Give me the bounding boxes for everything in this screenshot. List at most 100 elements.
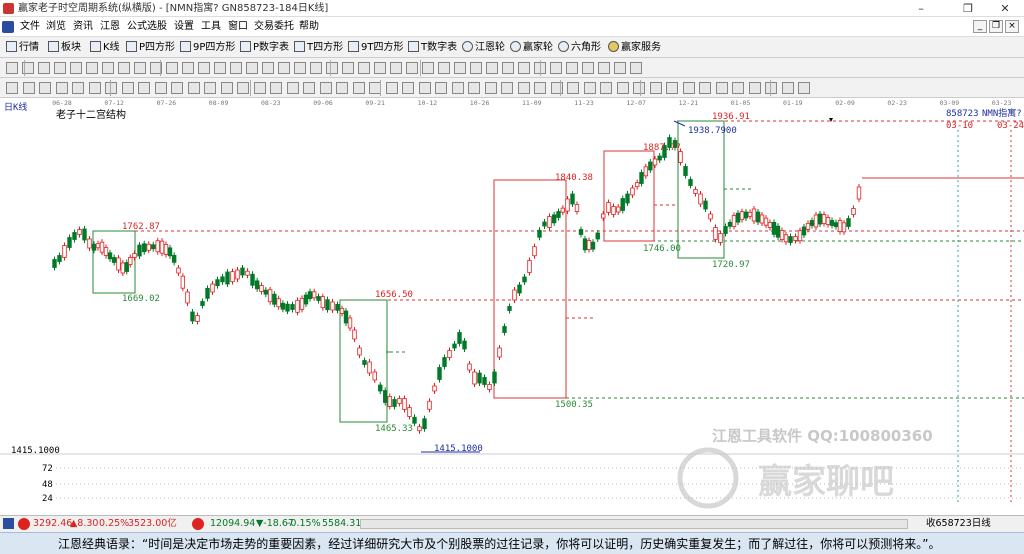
line-tool-40-icon[interactable] xyxy=(650,82,662,94)
line-tool-41-icon[interactable] xyxy=(666,82,678,94)
toolbar-sector-button[interactable]: 板块 xyxy=(48,37,81,58)
drawing-tool-16-icon[interactable] xyxy=(246,62,258,74)
line-tool-5-icon[interactable] xyxy=(72,82,84,94)
toolbar-hexagon-button[interactable]: 六角形 xyxy=(558,37,601,58)
line-tool-24-icon[interactable] xyxy=(386,82,398,94)
drawing-tool-17-icon[interactable] xyxy=(262,62,274,74)
toolbar-service-button[interactable]: 赢家服务 xyxy=(608,37,661,58)
line-tool-25-icon[interactable] xyxy=(402,82,414,94)
drawing-tool-30-icon[interactable] xyxy=(470,62,482,74)
line-tool-12-icon[interactable] xyxy=(188,82,200,94)
toolbar-9t-square-button[interactable]: 9T四方形 xyxy=(348,37,403,58)
close-button[interactable]: ✕ xyxy=(990,0,1020,17)
line-tool-3-icon[interactable] xyxy=(39,82,51,94)
line-tool-18-icon[interactable] xyxy=(287,82,299,94)
drawing-tool-14-icon[interactable] xyxy=(214,62,226,74)
menu-formula[interactable]: 公式选股 xyxy=(127,17,167,37)
drawing-tool-25-icon[interactable] xyxy=(390,62,402,74)
drawing-tool-8-icon[interactable] xyxy=(118,62,130,74)
line-tool-49-icon[interactable] xyxy=(798,82,810,94)
drawing-tool-6-icon[interactable] xyxy=(86,62,98,74)
line-tool-16-icon[interactable] xyxy=(254,82,266,94)
menu-file[interactable]: 文件 xyxy=(20,17,40,37)
toolbar-winner-wheel-button[interactable]: 赢家轮 xyxy=(510,37,553,58)
line-tool-39-icon[interactable] xyxy=(633,82,645,94)
drawing-tool-36-icon[interactable] xyxy=(566,62,578,74)
line-tool-29-icon[interactable] xyxy=(468,82,480,94)
kline-chart[interactable]: 06-28 07-12 07-26 08-09 08-23 09-06 09-21 10-12… xyxy=(0,98,1024,515)
line-tool-13-icon[interactable] xyxy=(204,82,216,94)
line-tool-33-icon[interactable] xyxy=(534,82,546,94)
line-tool-15-icon[interactable] xyxy=(237,82,249,94)
mdi-restore-button[interactable]: ❐ xyxy=(989,20,1003,33)
line-tool-14-icon[interactable] xyxy=(221,82,233,94)
line-tool-34-icon[interactable] xyxy=(551,82,563,94)
line-tool-45-icon[interactable] xyxy=(732,82,744,94)
drawing-tool-15-icon[interactable] xyxy=(230,62,242,74)
drawing-tool-9-icon[interactable] xyxy=(134,62,146,74)
menu-gann[interactable]: 江恩 xyxy=(100,17,120,37)
drawing-tool-13-icon[interactable] xyxy=(198,62,210,74)
drawing-tool-11-icon[interactable] xyxy=(166,62,178,74)
line-tool-47-icon[interactable] xyxy=(765,82,777,94)
line-tool-11-icon[interactable] xyxy=(171,82,183,94)
drawing-tool-1-icon[interactable] xyxy=(6,62,18,74)
line-tool-31-icon[interactable] xyxy=(501,82,513,94)
line-tool-35-icon[interactable] xyxy=(567,82,579,94)
drawing-tool-33-icon[interactable] xyxy=(518,62,530,74)
drawing-tool-37-icon[interactable] xyxy=(582,62,594,74)
line-tool-10-icon[interactable] xyxy=(155,82,167,94)
drawing-tool-31-icon[interactable] xyxy=(486,62,498,74)
toolbar-9p-square-button[interactable]: 9P四方形 xyxy=(180,37,235,58)
drawing-tool-40-icon[interactable] xyxy=(630,62,642,74)
minimize-button[interactable]: – xyxy=(906,0,936,17)
line-tool-37-icon[interactable] xyxy=(600,82,612,94)
mdi-minimize-button[interactable]: _ xyxy=(973,20,987,33)
drawing-tool-3-icon[interactable] xyxy=(38,62,50,74)
line-tool-2-icon[interactable] xyxy=(23,82,35,94)
restore-button[interactable]: ❐ xyxy=(953,0,983,17)
line-tool-21-icon[interactable] xyxy=(336,82,348,94)
toolbar-kline-button[interactable]: K线 xyxy=(90,37,120,58)
line-tool-38-icon[interactable] xyxy=(617,82,629,94)
drawing-tool-20-icon[interactable] xyxy=(310,62,322,74)
toolbar-p-table-button[interactable]: P数字表 xyxy=(240,37,289,58)
menu-help[interactable]: 帮助 xyxy=(299,17,319,37)
line-tool-9-icon[interactable] xyxy=(138,82,150,94)
line-tool-17-icon[interactable] xyxy=(270,82,282,94)
drawing-tool-23-icon[interactable] xyxy=(358,62,370,74)
drawing-tool-22-icon[interactable] xyxy=(342,62,354,74)
toolbar-quotes-button[interactable]: 行情 xyxy=(6,37,39,58)
line-tool-46-icon[interactable] xyxy=(749,82,761,94)
toolbar-t-square-button[interactable]: T四方形 xyxy=(294,37,343,58)
drawing-tool-27-icon[interactable] xyxy=(422,62,434,74)
menu-info[interactable]: 资讯 xyxy=(73,17,93,37)
line-tool-7-icon[interactable] xyxy=(105,82,117,94)
menu-window[interactable]: 窗口 xyxy=(228,17,248,37)
line-tool-48-icon[interactable] xyxy=(782,82,794,94)
drawing-tool-38-icon[interactable] xyxy=(598,62,610,74)
line-tool-8-icon[interactable] xyxy=(122,82,134,94)
menu-browse[interactable]: 浏览 xyxy=(46,17,66,37)
toolbar-gann-wheel-button[interactable]: 江恩轮 xyxy=(462,37,505,58)
line-tool-43-icon[interactable] xyxy=(699,82,711,94)
horizontal-scrollbar[interactable] xyxy=(360,519,908,529)
line-tool-44-icon[interactable] xyxy=(716,82,728,94)
drawing-tool-19-icon[interactable] xyxy=(294,62,306,74)
line-tool-36-icon[interactable] xyxy=(584,82,596,94)
line-tool-4-icon[interactable] xyxy=(56,82,68,94)
mdi-close-button[interactable]: × xyxy=(1005,20,1019,33)
drawing-tool-24-icon[interactable] xyxy=(374,62,386,74)
drawing-tool-18-icon[interactable] xyxy=(278,62,290,74)
line-tool-26-icon[interactable] xyxy=(419,82,431,94)
drawing-tool-26-icon[interactable] xyxy=(406,62,418,74)
drawing-tool-21-icon[interactable] xyxy=(326,62,338,74)
line-tool-1-icon[interactable] xyxy=(6,82,18,94)
line-tool-28-icon[interactable] xyxy=(452,82,464,94)
drawing-tool-28-icon[interactable] xyxy=(438,62,450,74)
line-tool-19-icon[interactable] xyxy=(303,82,315,94)
line-tool-42-icon[interactable] xyxy=(683,82,695,94)
menu-trade[interactable]: 交易委托 xyxy=(254,17,294,37)
drawing-tool-4-icon[interactable] xyxy=(54,62,66,74)
menu-settings[interactable]: 设置 xyxy=(174,17,194,37)
